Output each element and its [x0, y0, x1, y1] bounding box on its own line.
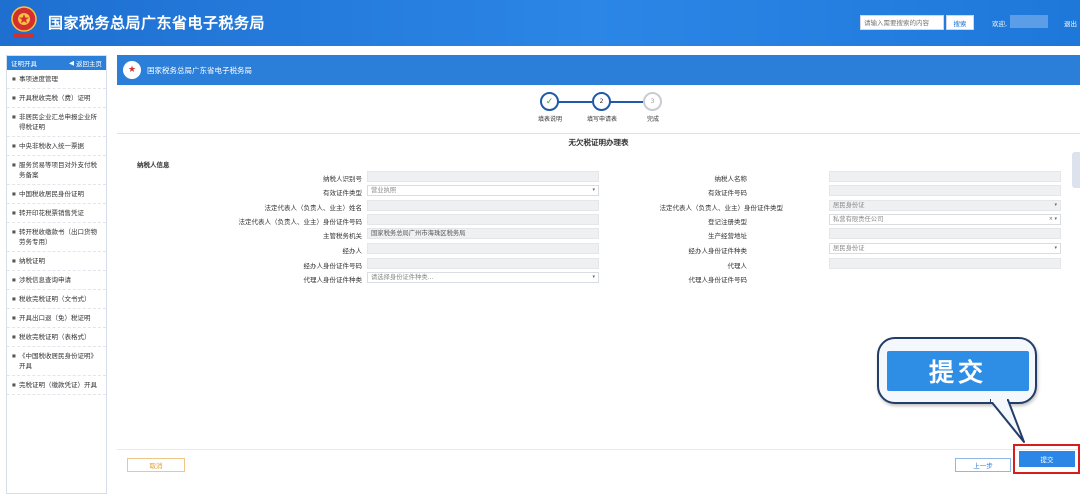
agent-id-type-label: 经办人身份证件种类 [688, 247, 748, 255]
search-button[interactable]: 搜索 [946, 15, 974, 30]
step-connector [556, 101, 592, 103]
sidebar-item[interactable]: 中央非税收入统一票据 [7, 137, 106, 156]
site-title: 国家税务总局广东省电子税务局 [48, 14, 266, 32]
sidebar-item[interactable]: 服务贸易等项目对外支付税务备案 [7, 156, 106, 185]
sidebar-item[interactable]: 开具出口退（免）税证明 [7, 309, 106, 328]
legal-name-field[interactable] [367, 200, 599, 211]
sidebar-item[interactable]: 税收完税证明（表格式） [7, 328, 106, 347]
sidebar-item[interactable]: 纳税证明 [7, 252, 106, 271]
cert-no-label: 有效证件号码 [708, 189, 747, 197]
panel-title: 国家税务总局广东省电子税务局 [147, 66, 252, 75]
tax-bureau-emblem-icon [11, 6, 37, 38]
step-2-circle: 2 [592, 92, 611, 111]
address-label: 生产经营地址 [708, 232, 747, 240]
bottom-action-bar: 取消 上一步 提交 [117, 444, 1080, 489]
sidebar-title: 证明开具 [11, 60, 37, 68]
sidebar-item[interactable]: 《中国税收居民身份证明》开具 [7, 347, 106, 376]
tax-office-label: 主管税务机关 [323, 232, 362, 240]
cert-type-label: 有效证件类型 [323, 189, 362, 197]
masked-username [1010, 15, 1048, 28]
back-home-link[interactable]: ◀ 返回主页 [69, 58, 102, 68]
cert-no-field[interactable] [829, 185, 1061, 196]
legal-id-no-label: 法定代表人（负责人、业主）身份证件号码 [238, 218, 363, 226]
welcome-text: 欢迎, [992, 20, 1008, 28]
main-panel: ★ 国家税务总局广东省电子税务局 ✓ 2 3 填表说明 填写申请表 完成 无欠税… [117, 55, 1080, 494]
callout-pointer-icon [990, 398, 1025, 443]
agent-label: 经办人 [342, 247, 363, 255]
proxy-id-no-label: 代理人身份证件号码 [688, 276, 748, 284]
step-connector [609, 101, 643, 103]
previous-step-button[interactable]: 上一步 [955, 458, 1011, 472]
sidebar-item[interactable]: 开具税收完税（费）证明 [7, 89, 106, 108]
agent-id-type-value: 居民身份证 [833, 245, 865, 252]
emblem-icon: ★ [123, 61, 141, 79]
sidebar-item[interactable]: 转开印花税票销售凭证 [7, 204, 106, 223]
form-title: 无欠税证明办理表 [568, 138, 629, 147]
legal-id-type-value: 居民身份证 [833, 202, 865, 209]
step-3-label: 完成 [646, 116, 659, 123]
panel-title-bar: ★ 国家税务总局广东省电子税务局 [117, 55, 1080, 85]
sidebar-header: 证明开具 ◀ 返回主页 [7, 56, 106, 70]
reg-type-label: 登记注册类型 [708, 218, 747, 226]
proxy-id-type-label: 代理人身份证件种类 [303, 276, 363, 284]
legal-id-type-select[interactable]: 居民身份证 ▾ [829, 200, 1061, 211]
search-input[interactable] [860, 15, 944, 30]
sidebar-item[interactable]: 非居民企业汇总申报企业所得税证明 [7, 108, 106, 137]
legal-id-type-label: 法定代表人（负责人、业主）身份证件类型 [659, 204, 784, 212]
logout-link[interactable]: 退出 [1064, 18, 1077, 28]
sidebar-item[interactable]: 涉税信息查询申请 [7, 271, 106, 290]
cancel-button[interactable]: 取消 [127, 458, 185, 472]
taxpayer-name-field[interactable] [829, 171, 1061, 182]
agent-id-no-label: 经办人身份证件号码 [303, 262, 363, 270]
step-1-check-icon: ✓ [540, 92, 559, 111]
proxy-id-no-field[interactable] [829, 272, 1061, 283]
legal-name-label: 法定代表人（负责人、业主）姓名 [264, 204, 363, 212]
submit-button[interactable]: 提交 [1019, 451, 1075, 467]
top-header: 国家税务总局广东省电子税务局 搜索 欢迎, 退出 [0, 0, 1080, 46]
sidebar-item[interactable]: 中国税收居民身份证明 [7, 185, 106, 204]
section-title: 纳税人信息 [137, 161, 170, 169]
side-float-tab[interactable] [1072, 152, 1080, 188]
sidebar-item[interactable]: 事项进度管理 [7, 70, 106, 89]
reg-type-value: 私营有限责任公司 [833, 216, 884, 223]
cert-type-value: 营业执照 [371, 187, 397, 194]
proxy-label: 代理人 [727, 262, 748, 270]
proxy-id-type-placeholder: 请选择身份证件种类... [371, 274, 434, 281]
sidebar: 证明开具 ◀ 返回主页 事项进度管理 开具税收完税（费）证明 非居民企业汇总申报… [6, 55, 107, 494]
taxpayer-name-label: 纳税人名称 [714, 175, 748, 183]
address-field[interactable] [829, 228, 1061, 239]
submit-highlight-frame: 提交 [1013, 444, 1080, 474]
sidebar-item[interactable]: 转开税收缴款书（出口货物劳务专用） [7, 223, 106, 252]
sidebar-item[interactable]: 完税证明（缴款凭证）开具 [7, 376, 106, 395]
taxpayer-id-label: 纳税人识别号 [323, 175, 362, 183]
arrow-left-icon: ◀ [69, 59, 74, 67]
proxy-field[interactable] [829, 258, 1061, 269]
callout-label: 提交 [887, 351, 1029, 391]
step-3-circle: 3 [643, 92, 662, 111]
step-1-label: 填表说明 [537, 116, 562, 123]
sidebar-item[interactable]: 税收完税证明（文书式） [7, 290, 106, 309]
step-2-label: 填写申请表 [587, 116, 618, 123]
agent-id-type-select[interactable]: 居民身份证 ▾ [829, 243, 1061, 254]
back-home-label: 返回主页 [76, 60, 102, 68]
reg-type-select[interactable]: 私营有限责任公司 × ▾ [829, 214, 1061, 225]
submit-callout: 提交 [877, 337, 1037, 404]
progress-steps: ✓ 2 3 填表说明 填写申请表 完成 [537, 92, 667, 132]
caret-down-icon: ▾ [1054, 202, 1057, 208]
clear-caret-icon: × ▾ [1048, 216, 1057, 222]
caret-down-icon: ▾ [1054, 245, 1057, 251]
